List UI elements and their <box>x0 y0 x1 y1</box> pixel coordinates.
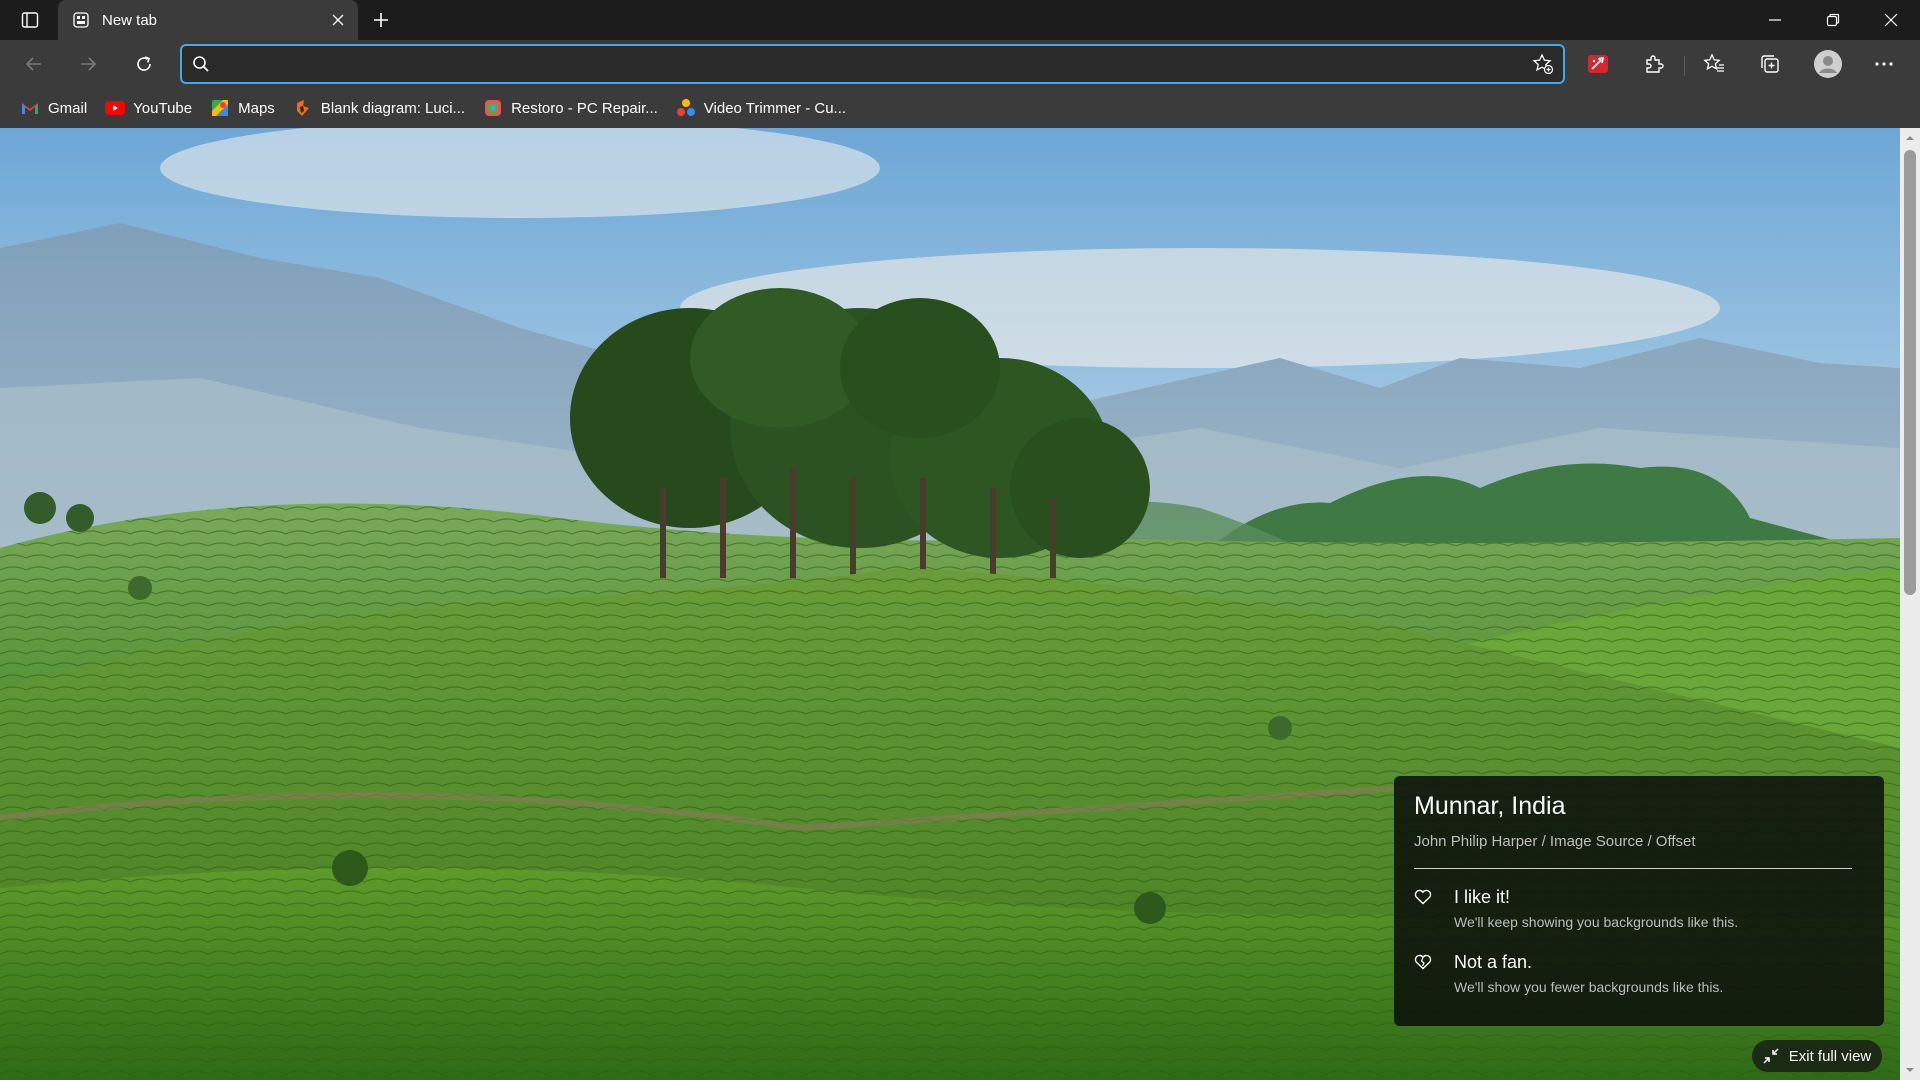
forward-arrow-icon <box>81 57 97 71</box>
profile-button[interactable] <box>1810 46 1846 82</box>
toolbar-separator <box>1684 56 1685 76</box>
broken-heart-icon <box>1414 952 1454 995</box>
toolbar <box>0 40 1920 88</box>
scrollbar-thumb[interactable] <box>1904 150 1916 595</box>
window-close-button[interactable] <box>1862 0 1920 40</box>
heart-icon <box>1414 887 1454 930</box>
address-bar[interactable] <box>180 44 1565 84</box>
caret-up-icon <box>1906 136 1914 140</box>
close-icon <box>332 14 344 26</box>
extensions-button[interactable] <box>1636 46 1672 82</box>
new-tab-button[interactable] <box>366 6 396 34</box>
dislike-background-option[interactable]: Not a fan. We'll show you fewer backgrou… <box>1414 952 1864 995</box>
bookmark-label: Video Trimmer - Cu... <box>703 99 847 117</box>
profile-avatar-icon <box>1814 50 1842 78</box>
favorites-button[interactable] <box>1696 46 1732 82</box>
bookmark-maps[interactable]: Maps <box>206 92 283 124</box>
bookmark-lucidchart[interactable]: Blank diagram: Luci... <box>289 92 473 124</box>
star-add-icon <box>1532 53 1554 75</box>
lucidchart-icon <box>293 98 313 118</box>
dislike-subtitle: We'll show you fewer backgrounds like th… <box>1454 979 1724 995</box>
like-subtitle: We'll keep showing you backgrounds like … <box>1454 914 1739 930</box>
tab-actions-icon <box>21 12 39 28</box>
bookmark-restoro[interactable]: Restoro - PC Repair... <box>479 92 666 124</box>
collections-button[interactable] <box>1752 46 1788 82</box>
tab-actions-button[interactable] <box>12 6 48 34</box>
favorites-icon <box>1703 53 1724 72</box>
dislike-title: Not a fan. <box>1454 952 1533 972</box>
settings-menu-button[interactable] <box>1866 46 1902 82</box>
bookmark-label: Gmail <box>48 99 88 117</box>
new-tab-page-icon <box>72 11 90 29</box>
bookmark-label: YouTube <box>133 99 193 117</box>
more-icon <box>1875 62 1893 66</box>
refresh-icon <box>137 56 151 71</box>
restore-button[interactable] <box>1804 0 1862 40</box>
restoro-icon <box>483 98 503 118</box>
active-tab[interactable]: New tab <box>58 0 358 40</box>
red-extension-button[interactable] <box>1580 46 1616 82</box>
youtube-icon <box>105 98 126 118</box>
red-extension-icon <box>1588 55 1608 73</box>
bookmark-youtube[interactable]: YouTube <box>101 92 200 124</box>
maps-icon <box>210 98 230 118</box>
bookmark-label: Restoro - PC Repair... <box>511 99 658 117</box>
tab-close-button[interactable] <box>324 6 352 34</box>
tab-strip: New tab <box>0 0 1920 40</box>
puzzle-icon <box>1646 55 1664 73</box>
video-trimmer-icon <box>676 98 696 118</box>
collections-icon <box>1761 55 1779 73</box>
minimize-icon <box>1769 19 1781 21</box>
refresh-button[interactable] <box>126 46 162 82</box>
card-divider <box>1414 868 1852 869</box>
minimize-button[interactable] <box>1746 0 1804 40</box>
image-location: Munnar, India <box>1414 792 1566 820</box>
search-icon <box>182 55 220 73</box>
bookmark-video-trimmer[interactable]: Video Trimmer - Cu... <box>672 92 854 124</box>
close-icon <box>1884 13 1898 27</box>
page-scrollbar[interactable] <box>1900 128 1920 1080</box>
like-background-option[interactable]: I like it! We'll keep showing you backgr… <box>1414 887 1864 930</box>
address-input[interactable] <box>220 46 1523 82</box>
new-tab-page: Munnar, India John Philip Harper / Image… <box>0 128 1900 1080</box>
caret-down-icon <box>1906 1068 1914 1072</box>
exit-full-view-button[interactable]: Exit full view <box>1752 1040 1882 1072</box>
tab-title: New tab <box>102 11 158 29</box>
background-info-card: Munnar, India John Philip Harper / Image… <box>1394 776 1884 1026</box>
bookmark-label: Blank diagram: Luci... <box>320 99 466 117</box>
like-title: I like it! <box>1454 887 1511 907</box>
scroll-up-button[interactable] <box>1900 130 1920 146</box>
plus-icon <box>374 13 388 27</box>
exit-full-view-label: Exit full view <box>1788 1047 1872 1065</box>
add-favorite-button[interactable] <box>1523 53 1563 75</box>
back-arrow-icon <box>25 57 41 71</box>
scroll-down-button[interactable] <box>1900 1062 1920 1078</box>
bookmark-label: Maps <box>238 99 275 117</box>
gmail-icon <box>20 98 40 118</box>
forward-button[interactable] <box>70 46 106 82</box>
image-credit[interactable]: John Philip Harper / Image Source / Offs… <box>1414 833 1864 850</box>
back-button[interactable] <box>16 46 52 82</box>
bookmarks-bar: Gmail YouTube Maps Blank diagram: Luci..… <box>0 88 1920 128</box>
restore-icon <box>1826 13 1840 27</box>
bookmark-gmail[interactable]: Gmail <box>16 92 95 124</box>
collapse-icon <box>1763 1048 1779 1064</box>
